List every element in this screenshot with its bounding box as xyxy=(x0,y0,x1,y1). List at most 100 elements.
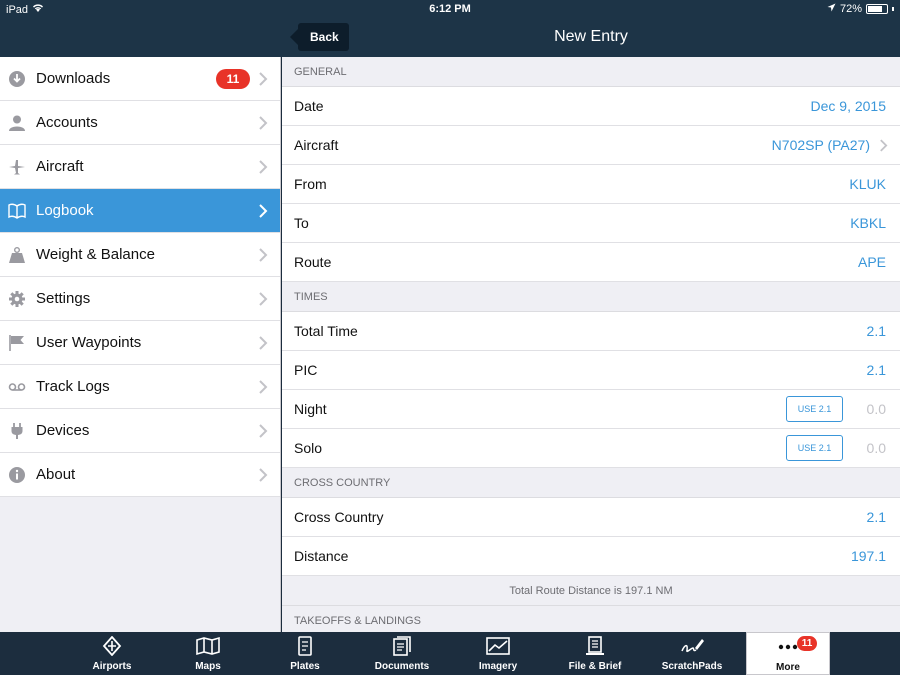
route-distance-note: Total Route Distance is 197.1 NM xyxy=(282,576,900,606)
book-icon xyxy=(8,202,26,220)
to-value[interactable]: KBKL xyxy=(850,204,886,243)
battery-icon xyxy=(866,4,888,14)
location-icon xyxy=(827,3,836,15)
chevron-right-icon xyxy=(259,336,268,350)
status-bar: iPad 6:12 PM 72% xyxy=(0,0,900,18)
sidebar-item-aircraft[interactable]: Aircraft xyxy=(0,145,280,189)
tab-imagery[interactable]: Imagery xyxy=(453,632,543,675)
sidebar-item-label: User Waypoints xyxy=(36,334,142,351)
from-value[interactable]: KLUK xyxy=(849,165,886,204)
chevron-right-icon xyxy=(259,292,268,306)
cross-country-value[interactable]: 2.1 xyxy=(867,498,886,537)
total-time-label: Total Time xyxy=(294,323,358,339)
sidebar-item-label: Aircraft xyxy=(36,158,84,175)
route-value[interactable]: APE xyxy=(858,243,886,282)
sidebar-item-label: Weight & Balance xyxy=(36,246,155,263)
route-row[interactable]: Route APE xyxy=(282,243,900,282)
chevron-right-icon xyxy=(259,248,268,262)
sidebar-item-settings[interactable]: Settings xyxy=(0,277,280,321)
documents-icon xyxy=(393,636,411,656)
aircraft-row[interactable]: Aircraft N702SP (PA27) xyxy=(282,126,900,165)
total-time-value[interactable]: 2.1 xyxy=(867,312,886,351)
airport-icon xyxy=(102,635,122,657)
tab-label: Imagery xyxy=(478,661,518,672)
tab-label: More xyxy=(776,662,800,673)
to-label: To xyxy=(294,215,309,231)
chevron-right-icon xyxy=(259,116,268,130)
chevron-right-icon xyxy=(259,424,268,438)
tab-label: ScratchPads xyxy=(661,661,723,672)
map-icon xyxy=(196,636,220,656)
distance-label: Distance xyxy=(294,548,349,564)
date-label: Date xyxy=(294,98,324,114)
solo-row[interactable]: Solo USE 2.1 0.0 xyxy=(282,429,900,468)
sidebar-item-downloads[interactable]: Downloads 11 xyxy=(0,57,280,101)
solo-value[interactable]: 0.0 xyxy=(867,429,886,468)
chevron-right-icon xyxy=(259,160,268,174)
tab-label: File & Brief xyxy=(568,661,622,672)
sidebar-item-user-waypoints[interactable]: User Waypoints xyxy=(0,321,280,365)
scratchpad-icon xyxy=(681,639,704,653)
sidebar-item-label: Downloads xyxy=(36,70,111,87)
section-header-times: TIMES xyxy=(282,282,900,312)
route-label: Route xyxy=(294,254,332,270)
aircraft-value[interactable]: N702SP (PA27) xyxy=(772,126,870,165)
tab-documents[interactable]: Documents xyxy=(357,632,447,675)
solo-use-total-button[interactable]: USE 2.1 xyxy=(786,435,843,461)
airplane-icon xyxy=(8,158,26,176)
sidebar-item-weight-balance[interactable]: Weight & Balance xyxy=(0,233,280,277)
sidebar-item-label: About xyxy=(36,466,76,483)
night-use-total-button[interactable]: USE 2.1 xyxy=(786,396,843,422)
gear-icon xyxy=(8,290,26,308)
sidebar-item-devices[interactable]: Devices xyxy=(0,409,280,453)
battery-percent: 72% xyxy=(839,3,862,15)
sidebar-item-accounts[interactable]: Accounts xyxy=(0,101,280,145)
solo-label: Solo xyxy=(294,440,323,456)
night-value[interactable]: 0.0 xyxy=(867,390,886,429)
track-icon xyxy=(8,378,26,396)
tab-label: Airports xyxy=(92,661,132,672)
battery-tip xyxy=(892,7,894,11)
distance-value[interactable]: 197.1 xyxy=(851,537,886,576)
sidebar-item-track-logs[interactable]: Track Logs xyxy=(0,365,280,409)
to-row[interactable]: To KBKL xyxy=(282,204,900,243)
sidebar-item-label: Settings xyxy=(36,290,91,307)
sidebar-item-logbook[interactable]: Logbook xyxy=(0,189,280,233)
cross-country-row[interactable]: Cross Country 2.1 xyxy=(282,498,900,537)
tab-plates[interactable]: Plates xyxy=(260,632,350,675)
from-row[interactable]: From KLUK xyxy=(282,165,900,204)
date-value[interactable]: Dec 9, 2015 xyxy=(811,87,887,126)
plate-icon xyxy=(298,636,312,656)
distance-row[interactable]: Distance 197.1 xyxy=(282,537,900,576)
pic-row[interactable]: PIC 2.1 xyxy=(282,351,900,390)
tab-more[interactable]: 11 More xyxy=(746,632,830,675)
tab-scratchpads[interactable]: ScratchPads xyxy=(647,632,737,675)
user-icon xyxy=(8,114,26,132)
logbook-entry-form: GENERAL Date Dec 9, 2015 Aircraft N702SP… xyxy=(282,57,900,632)
sidebar: Downloads 11 Accounts Aircraft Logbook W… xyxy=(0,57,281,632)
more-badge: 11 xyxy=(797,636,817,651)
total-time-row[interactable]: Total Time 2.1 xyxy=(282,312,900,351)
chevron-right-icon xyxy=(259,468,268,482)
night-label: Night xyxy=(294,401,327,417)
tab-label: Plates xyxy=(290,661,320,672)
cross-country-label: Cross Country xyxy=(294,509,384,525)
info-icon xyxy=(8,466,26,484)
weight-icon xyxy=(8,246,26,264)
tab-file-brief[interactable]: File & Brief xyxy=(550,632,640,675)
chevron-right-icon xyxy=(259,72,268,86)
page-title: New Entry xyxy=(554,28,628,45)
tab-label: Maps xyxy=(195,661,221,672)
pic-value[interactable]: 2.1 xyxy=(867,351,886,390)
sidebar-item-label: Track Logs xyxy=(36,378,110,395)
tab-maps[interactable]: Maps xyxy=(163,632,253,675)
chevron-right-icon xyxy=(259,380,268,394)
night-row[interactable]: Night USE 2.1 0.0 xyxy=(282,390,900,429)
sidebar-item-about[interactable]: About xyxy=(0,453,280,497)
section-header-cross-country: CROSS COUNTRY xyxy=(282,468,900,498)
tab-airports[interactable]: Airports xyxy=(67,632,157,675)
date-row[interactable]: Date Dec 9, 2015 xyxy=(282,87,900,126)
imagery-icon xyxy=(486,637,510,655)
downloads-badge: 11 xyxy=(216,69,250,89)
from-label: From xyxy=(294,176,327,192)
